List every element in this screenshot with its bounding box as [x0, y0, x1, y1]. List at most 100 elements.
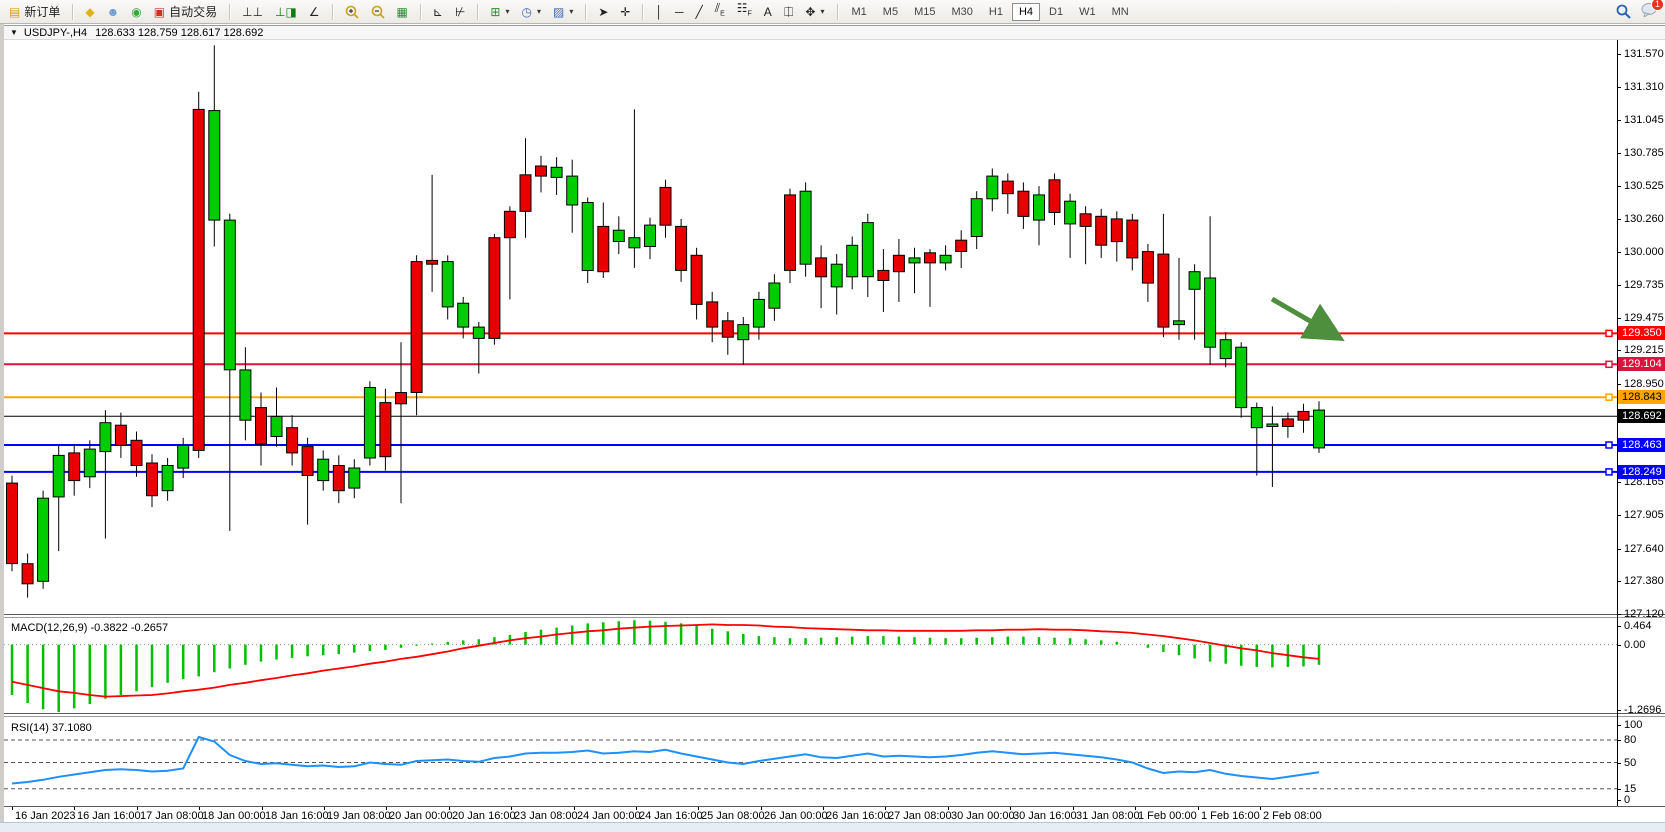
date-label: 18 Jan 00:00 — [202, 810, 266, 822]
level-handle[interactable] — [1606, 361, 1612, 367]
date-label: 16 Jan 16:00 — [77, 810, 141, 822]
date-label: 23 Jan 08:00 — [514, 810, 578, 822]
timeframe-m1[interactable]: M1 — [845, 3, 874, 21]
signal-button[interactable]: ◉ — [125, 3, 147, 21]
equidistant-channel-button[interactable]: ⫽E — [709, 0, 731, 24]
zoom-in-button[interactable] — [339, 2, 365, 22]
price-axis-border — [1617, 40, 1618, 806]
date-tick — [386, 807, 387, 810]
text-icon: A — [764, 6, 772, 18]
macd-pane-top-border[interactable] — [4, 617, 1665, 618]
price-label: 127.380 — [1624, 575, 1664, 587]
level-handle[interactable] — [1606, 330, 1612, 336]
price-tick — [1617, 87, 1621, 88]
template-button[interactable]: ▨▾ — [547, 3, 579, 21]
candlestick-chart[interactable] — [4, 24, 1665, 824]
timeframe-d1[interactable]: D1 — [1042, 3, 1070, 21]
timeframe-m30[interactable]: M30 — [944, 3, 979, 21]
period-button[interactable]: ◷▾ — [515, 3, 547, 21]
chart-area[interactable]: MACD(12,26,9) -0.3822 -0.2657 RSI(14) 37… — [4, 24, 1665, 824]
window-menu-icon[interactable]: ▼ — [10, 28, 18, 37]
zoom-out-icon — [371, 5, 385, 19]
date-label: 25 Jan 08:00 — [701, 810, 765, 822]
search-icon[interactable] — [1616, 4, 1631, 19]
timeframe-group: M1M5M15M30H1H4D1W1MN — [841, 0, 1140, 23]
price-label: 129.215 — [1624, 344, 1664, 356]
price-label: 129.475 — [1624, 312, 1664, 324]
cursor-button[interactable]: ➤ — [592, 3, 614, 21]
timeframe-mn[interactable]: MN — [1105, 3, 1136, 21]
autotrading-button[interactable]: ▣ 自动交易 — [148, 0, 223, 23]
zoom-out-button[interactable] — [365, 2, 391, 22]
arrows-icon: ✥ — [805, 6, 815, 18]
cursor-icon: ➤ — [598, 6, 608, 18]
vertical-line-icon: │ — [655, 6, 663, 18]
rsi-80-tick — [1617, 740, 1621, 741]
date-tick — [574, 807, 575, 810]
tile-windows-button[interactable]: ▦ — [391, 3, 414, 21]
date-tick — [1198, 807, 1199, 810]
level-badge-129.350: 129.350 — [1618, 326, 1665, 340]
macd-max-label: 0.464 — [1624, 620, 1652, 632]
date-label: 16 Jan 2023 — [15, 810, 76, 822]
macd-zero-tick — [1617, 645, 1621, 646]
price-tick — [1617, 186, 1621, 187]
new-chart-icon: ⊞ — [490, 6, 500, 18]
candlestick-icon: ⊥◨ — [275, 6, 297, 18]
price-label: 130.260 — [1624, 213, 1664, 225]
price-label: 131.570 — [1624, 48, 1664, 60]
date-tick — [137, 807, 138, 810]
horizontal-line-button[interactable]: ─ — [669, 3, 690, 21]
level-handle[interactable] — [1606, 442, 1612, 448]
trendline-button[interactable]: ╱ — [689, 3, 708, 21]
text-button[interactable]: A — [758, 3, 778, 21]
price-tick — [1617, 153, 1621, 154]
signal-icon: ◉ — [131, 6, 141, 18]
profile-button[interactable]: ☻ — [101, 3, 126, 21]
rsi-pane-top-border[interactable] — [4, 716, 1665, 717]
new-order-button[interactable]: ▤ 新订单 — [3, 0, 66, 23]
price-tick — [1617, 482, 1621, 483]
crosshair-icon: ✛ — [620, 6, 630, 18]
arrows-button[interactable]: ✥▾ — [799, 3, 830, 21]
price-label: 131.045 — [1624, 114, 1664, 126]
new-chart-button[interactable]: ⊞▾ — [484, 3, 515, 21]
drawn-arrow[interactable] — [1272, 299, 1336, 336]
vertical-line-button[interactable]: │ — [649, 3, 669, 21]
candlestick-button[interactable]: ⊥◨ — [269, 3, 303, 21]
date-label: 24 Jan 16:00 — [639, 810, 703, 822]
date-label: 26 Jan 00:00 — [764, 810, 828, 822]
new-order-label: 新订单 — [24, 3, 60, 20]
line-chart-button[interactable]: ∠ — [303, 3, 326, 21]
rsi-80-label: 80 — [1624, 734, 1636, 746]
timeframe-h4[interactable]: H4 — [1012, 3, 1040, 21]
level-handle[interactable] — [1606, 469, 1612, 475]
chart-title-bar[interactable]: ▼ USDJPY-,H4 128.633 128.759 128.617 128… — [4, 25, 1665, 40]
date-label: 27 Jan 08:00 — [888, 810, 952, 822]
market-watch-button[interactable]: ◆ — [79, 3, 100, 21]
macd-min-label: -1.2696 — [1624, 704, 1661, 716]
timeframe-m15[interactable]: M15 — [907, 3, 942, 21]
fibonacci-icon: ☷F — [737, 2, 752, 20]
price-tick — [1617, 219, 1621, 220]
crosshair-button[interactable]: ✛ — [614, 3, 636, 21]
timeframe-m5[interactable]: M5 — [876, 3, 905, 21]
timeframe-h1[interactable]: H1 — [982, 3, 1010, 21]
date-tick — [511, 807, 512, 810]
timeframe-w1[interactable]: W1 — [1072, 3, 1103, 21]
indicators-button[interactable]: ⊾ — [427, 3, 449, 21]
chat-button[interactable]: 1 — [1641, 3, 1657, 20]
profile-icon: ☻ — [107, 6, 120, 18]
date-tick — [885, 807, 886, 810]
level-handle[interactable] — [1606, 394, 1612, 400]
autotrading-label: 自动交易 — [169, 3, 217, 20]
text-label-button[interactable]: ⎅ — [778, 3, 800, 21]
bar-chart-button[interactable]: ⊥⊥ — [236, 3, 269, 21]
fibonacci-button[interactable]: ☷F — [731, 0, 758, 24]
indicator-list-button[interactable]: ⊬ — [449, 3, 471, 21]
bar-chart-icon: ⊥⊥ — [242, 6, 263, 18]
macd-zero-label: 0.00 — [1624, 639, 1645, 651]
date-tick — [1073, 807, 1074, 810]
trendline-icon: ╱ — [695, 6, 702, 18]
date-tick — [199, 807, 200, 810]
